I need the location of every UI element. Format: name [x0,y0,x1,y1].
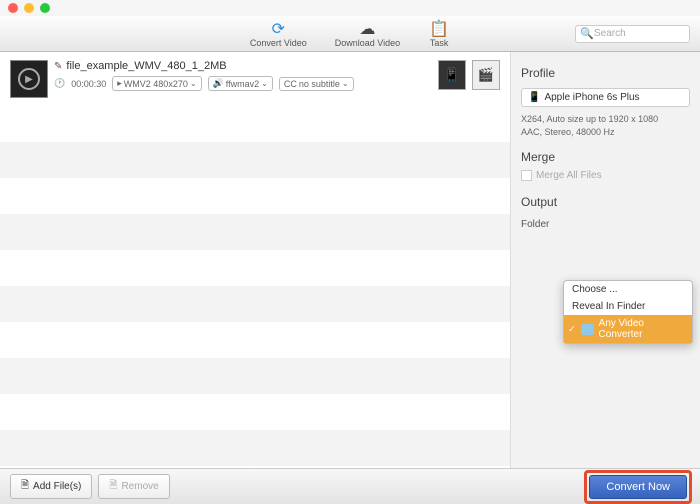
chevron-down-icon: ⌄ [261,79,268,88]
convert-now-button[interactable]: Convert Now [589,475,687,499]
document-icon: 🗎 [21,478,29,495]
maximize-window-button[interactable] [40,3,50,13]
profile-desc-line: AAC, Stereo, 48000 Hz [521,126,690,139]
pencil-icon[interactable]: ✎ [54,61,62,72]
profile-select[interactable]: 📱 Apple iPhone 6s Plus [521,88,690,107]
convert-video-tool[interactable]: ⟳ Convert Video [250,20,307,48]
format-select[interactable]: ▸ WMV2 480x270 ⌄ [112,76,201,91]
popup-reveal[interactable]: Reveal In Finder [564,298,692,315]
folder-icon [581,324,594,335]
empty-list-area [0,106,510,468]
profile-title: Profile [521,66,690,80]
edit-clip-icon[interactable]: 🎬 [472,60,500,90]
search-input[interactable]: 🔍 Search [575,25,690,43]
file-row[interactable]: ▶ ✎ file_example_WMV_480_1_2MB 🕐 00:00:3… [0,52,510,106]
popup-choose[interactable]: Choose ... [564,281,692,298]
video-thumbnail[interactable]: ▶ [10,60,48,98]
phone-icon[interactable]: 📱 [438,60,466,90]
merge-label: Merge All Files [536,170,602,181]
document-icon: 🗎 [109,478,117,495]
play-small-icon: ▸ [117,78,122,89]
toolbar-label: Convert Video [250,38,307,48]
cloud-download-icon: ☁ [356,20,378,38]
file-list-panel: ▶ ✎ file_example_WMV_480_1_2MB 🕐 00:00:3… [0,52,510,468]
bottom-bar: 🗎 Add File(s) 🗎 Remove Convert Now [0,468,700,504]
merge-title: Merge [521,150,690,164]
remove-button[interactable]: 🗎 Remove [98,474,169,499]
popup-selected-folder[interactable]: ✓ Any Video Converter [564,315,692,343]
check-icon: ✓ [568,324,576,335]
download-video-tool[interactable]: ☁ Download Video [335,20,400,48]
refresh-icon: ⟳ [267,20,289,38]
window-titlebar [0,0,700,16]
toolbar: ⟳ Convert Video ☁ Download Video 📋 Task … [0,16,700,52]
search-placeholder: Search [594,28,626,39]
toolbar-label: Task [430,38,449,48]
phone-small-icon: 📱 [528,92,540,103]
output-folder-popup: Choose ... Reveal In Finder ✓ Any Video … [563,280,693,344]
subtitle-select[interactable]: CC no subtitle ⌄ [279,77,354,91]
add-files-button[interactable]: 🗎 Add File(s) [10,474,92,499]
search-icon: 🔍 [580,27,594,40]
merge-checkbox[interactable] [521,170,532,181]
sidebar: Profile 📱 Apple iPhone 6s Plus X264, Aut… [510,52,700,468]
clock-icon: 🕐 [54,78,65,89]
clipboard-icon: 📋 [428,20,450,38]
chevron-down-icon: ⌄ [190,79,197,88]
chevron-down-icon: ⌄ [342,79,349,88]
convert-highlight: Convert Now [584,470,692,504]
profile-desc-line: X264, Auto size up to 1920 x 1080 [521,113,690,126]
task-tool[interactable]: 📋 Task [428,20,450,48]
audio-select[interactable]: 🔊 ffwmav2 ⌄ [208,76,273,91]
duration: 00:00:30 [71,79,106,89]
play-icon: ▶ [18,68,40,90]
close-window-button[interactable] [8,3,18,13]
speaker-icon: 🔊 [213,78,224,89]
file-name: file_example_WMV_480_1_2MB [66,60,226,72]
minimize-window-button[interactable] [24,3,34,13]
output-title: Output [521,195,690,209]
folder-label: Folder [521,219,690,230]
toolbar-label: Download Video [335,38,400,48]
